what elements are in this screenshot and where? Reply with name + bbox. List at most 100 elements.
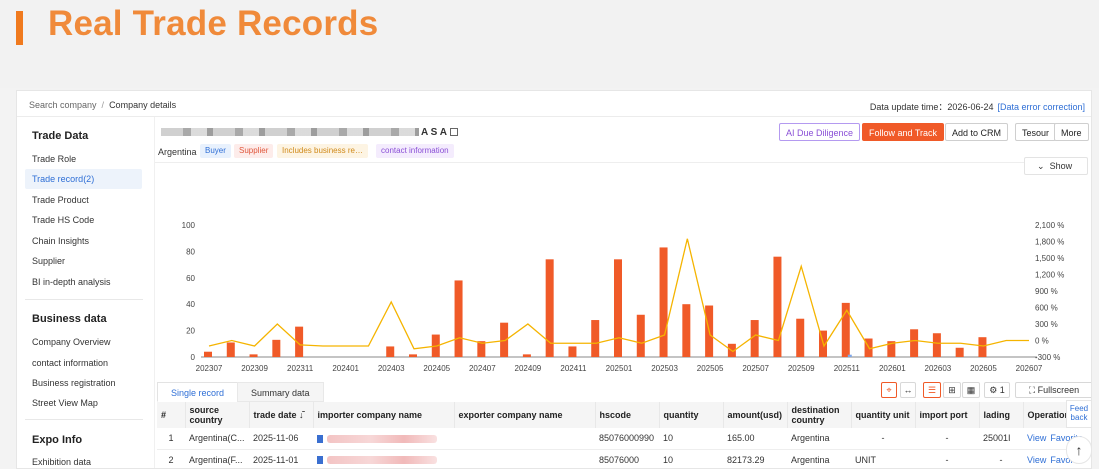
sidebar-item-company-overview[interactable]: Company Overview	[32, 337, 111, 347]
cell-import-port: -	[915, 428, 979, 450]
col-importer: importer company name	[313, 402, 455, 428]
sidebar-divider	[25, 299, 143, 300]
add-to-crm-button[interactable]: Add to CRM	[945, 123, 1009, 141]
feedback-button[interactable]: Feed back	[1066, 400, 1092, 428]
tesour-button[interactable]: Tesour	[1015, 123, 1057, 141]
company-details-panel: Search company / Company details Data upda…	[16, 90, 1092, 469]
tag-contact-information: contact information	[376, 144, 454, 158]
bar-total	[932, 333, 941, 357]
cell-index: 1	[157, 428, 185, 450]
x-tick-label: 202511	[834, 364, 861, 373]
bar-total	[773, 256, 782, 357]
cell-source-country: Argentina(F...	[185, 449, 249, 468]
x-tick-label: 202311	[287, 364, 314, 373]
bar-total	[272, 339, 281, 357]
breadcrumb: Search company / Company details	[29, 100, 176, 110]
sidebar-item-contact-information[interactable]: contact information	[32, 358, 108, 368]
x-tick-label: 202607	[1016, 364, 1043, 373]
list-view-icon[interactable]: ☰	[923, 382, 941, 398]
card-view-icon[interactable]: ▦	[962, 382, 980, 398]
x-tick-label: 202411	[560, 364, 587, 373]
y-right-tick-label: -300 %	[1035, 353, 1060, 362]
bar-total	[910, 329, 919, 357]
trade-records-table: # source country trade date ↓̄ importer …	[157, 402, 1091, 468]
col-import-port: import port	[915, 402, 980, 428]
tab-single-record[interactable]: Single record	[157, 382, 239, 402]
y-left-tick-label: 40	[186, 300, 195, 309]
table-row: 2 Argentina(F... 2025-11-01 85076000 10 …	[157, 449, 1091, 468]
cell-lading: 25001I	[979, 428, 1023, 450]
grid-view-icon[interactable]: ⊞	[943, 382, 961, 398]
cell-quantity-unit: UNIT	[851, 449, 915, 468]
data-error-correction-link[interactable]: [Data error correction]	[997, 102, 1085, 112]
show-toggle[interactable]: ⌄ Show	[1024, 157, 1088, 175]
breadcrumb-search-company[interactable]: Search company	[29, 100, 97, 110]
fit-icon[interactable]: ⌖	[881, 382, 897, 398]
cell-exporter	[454, 449, 595, 468]
tab-summary-data[interactable]: Summary data	[237, 382, 324, 402]
settings-button[interactable]: ⚙ 1	[984, 382, 1010, 398]
sidebar-item-bi-analysis[interactable]: BI in-depth analysis	[32, 277, 111, 287]
cell-trade-date: 2025-11-01	[249, 449, 313, 468]
company-name-visible: A S A	[421, 127, 447, 138]
sidebar-item-trade-product[interactable]: Trade Product	[32, 195, 89, 205]
view-link[interactable]: View	[1027, 433, 1046, 443]
y-left-tick-label: 100	[182, 221, 196, 230]
sidebar-item-chain-insights[interactable]: Chain Insights	[32, 236, 89, 246]
view-link[interactable]: View	[1027, 455, 1046, 465]
cell-source-country: Argentina(C...	[185, 428, 249, 450]
expand-columns-icon[interactable]: ↔	[900, 382, 916, 398]
company-name: A S A	[161, 127, 458, 138]
fullscreen-button[interactable]: ⛶ Fullscreen	[1015, 382, 1091, 398]
bar-total	[978, 337, 987, 357]
building-icon	[317, 456, 323, 465]
x-tick-label: 202605	[970, 364, 997, 373]
bar-total	[614, 259, 622, 357]
breadcrumb-separator: /	[101, 100, 105, 110]
col-source-country: source country	[185, 402, 250, 428]
bar-filter	[847, 354, 852, 357]
bar-total	[591, 320, 600, 357]
bar-total	[454, 280, 463, 357]
sidebar-item-trade-hs-code[interactable]: Trade HS Code	[32, 215, 94, 225]
more-button[interactable]: More	[1054, 123, 1089, 141]
sidebar-item-supplier[interactable]: Supplier	[32, 256, 65, 266]
sidebar-item-trade-record[interactable]: Trade record(2)	[25, 169, 142, 189]
sidebar-item-trade-role[interactable]: Trade Role	[32, 154, 76, 164]
cell-destination: Argentina	[787, 449, 851, 468]
cell-trade-date: 2025-11-06	[249, 428, 313, 450]
bar-total	[522, 354, 531, 357]
copy-icon[interactable]	[449, 128, 458, 137]
x-tick-label: 202309	[241, 364, 268, 373]
tag-business-registration: Includes business reg...	[277, 144, 368, 158]
x-tick-label: 202601	[879, 364, 906, 373]
x-tick-label: 202403	[378, 364, 405, 373]
banner-accent-bar	[16, 11, 23, 45]
y-right-tick-label: 0 %	[1035, 337, 1049, 346]
y-left-tick-label: 80	[186, 247, 195, 256]
sidebar-item-exhibition-data[interactable]: Exhibition data	[32, 457, 91, 467]
top-bar: Search company / Company details Data upda…	[17, 91, 1091, 117]
sidebar-item-street-view-map[interactable]: Street View Map	[32, 398, 98, 408]
follow-and-track-button[interactable]: Follow and Track	[862, 123, 945, 141]
bar-total	[568, 346, 577, 357]
col-trade-date[interactable]: trade date ↓̄	[249, 402, 314, 428]
x-tick-label: 202505	[697, 364, 724, 373]
y-right-tick-label: 300 %	[1035, 320, 1058, 329]
x-tick-label: 202405	[423, 364, 450, 373]
y-left-tick-label: 0	[191, 353, 196, 362]
cell-index: 2	[157, 449, 185, 468]
cell-amount: 82173.29	[723, 449, 787, 468]
cell-importer[interactable]	[313, 449, 454, 468]
ai-due-diligence-button[interactable]: AI Due Diligence	[779, 123, 861, 141]
bar-total	[204, 351, 212, 357]
cell-quantity: 10	[659, 428, 723, 450]
cell-importer[interactable]	[313, 428, 454, 450]
x-tick-label: 202509	[788, 364, 815, 373]
back-to-top-button[interactable]: ↑	[1066, 436, 1092, 464]
x-tick-label: 202503	[651, 364, 678, 373]
sidebar-item-business-registration[interactable]: Business registration	[32, 378, 116, 388]
col-exporter: exporter company name	[454, 402, 596, 428]
redacted-importer	[327, 434, 437, 443]
sidebar-divider	[25, 419, 143, 420]
